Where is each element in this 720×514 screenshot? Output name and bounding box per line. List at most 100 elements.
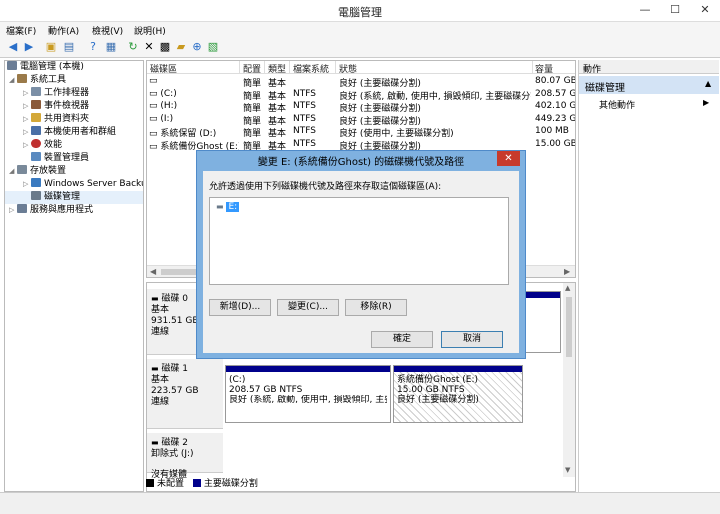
cell-status: 良好 (主要磁碟分割)	[339, 104, 421, 114]
cell-type: 基本	[268, 79, 287, 89]
tree-item-event-viewer[interactable]: ▷ 事件檢視器	[5, 100, 143, 113]
cell-type: 基本	[268, 116, 287, 127]
remove-button[interactable]: 移除(R)	[345, 299, 407, 316]
event-icon	[31, 100, 41, 109]
table-row[interactable]: ▭ 系統保留 (D:) 簡單 基本 NTFS 良好 (使用中, 主要磁碟分割) …	[147, 126, 575, 139]
disk-1-label[interactable]: ▬ 磁碟 1 基本 223.57 GB 連線	[147, 359, 223, 429]
cancel-button[interactable]: 取消	[441, 331, 503, 348]
cell-filesystem: NTFS	[293, 88, 316, 99]
add-button[interactable]: 新增(D)...	[209, 299, 271, 316]
ok-button[interactable]: 確定	[371, 331, 433, 348]
table-row[interactable]: ▭ 簡單 基本 良好 (主要磁碟分割) 80.07 GB	[147, 76, 575, 89]
scroll-up-icon[interactable]: ▲	[565, 284, 570, 292]
partition-e-info: 系統備份Ghost (E:) 15.00 GB NTFS 良好 (主要磁碟分割)	[394, 372, 522, 408]
maximize-button[interactable]: ☐	[660, 0, 690, 20]
col-capacity[interactable]: 容量	[535, 62, 553, 75]
scroll-right-icon[interactable]: ▶	[564, 267, 570, 276]
disk-icon[interactable]: ▧	[206, 40, 220, 54]
tree-item-root[interactable]: 電腦管理 (本機)	[5, 61, 143, 74]
table-row[interactable]: ▭ (I:) 簡單 基本 NTFS 良好 (主要磁碟分割) 449.23 GE	[147, 114, 575, 127]
delete-icon[interactable]: ✕	[142, 40, 156, 54]
menu-view[interactable]: 檢視(V)	[92, 24, 123, 37]
show-tree-icon[interactable]: ▤	[62, 40, 76, 54]
partition-e[interactable]: 系統備份Ghost (E:) 15.00 GB NTFS 良好 (主要磁碟分割)	[393, 365, 523, 423]
tree-item-shared-folders[interactable]: ▷ 共用資料夾	[5, 113, 143, 126]
cell-type: 基本	[268, 129, 287, 139]
partition-c[interactable]: (C:) 208.57 GB NTFS 良好 (系統, 啟動, 使用中, 損毀傾…	[225, 365, 391, 423]
collapse-arrow-icon[interactable]: ◢	[9, 74, 17, 87]
column-divider[interactable]	[532, 61, 533, 74]
column-divider[interactable]	[289, 61, 290, 74]
tree-item-storage[interactable]: ◢ 存放裝置	[5, 165, 143, 178]
expand-arrow-icon[interactable]: ▷	[23, 113, 31, 126]
drive-icon: ▬	[216, 202, 224, 211]
vertical-scrollbar[interactable]: ▲ ▼	[563, 283, 575, 477]
cell-layout: 簡單	[243, 116, 262, 127]
cell-capacity: 449.23 GE	[535, 113, 575, 124]
expand-arrow-icon[interactable]: ▷	[23, 139, 31, 152]
tree-item-performance[interactable]: ▷ 效能	[5, 139, 143, 152]
actions-section-disk-management[interactable]: 磁碟管理 ▲	[579, 76, 719, 94]
up-folder-icon[interactable]: ▣	[44, 40, 58, 54]
services-icon	[17, 204, 27, 213]
collapse-arrow-icon[interactable]: ◢	[9, 165, 17, 178]
partition-c-name: (C:)	[229, 375, 246, 385]
column-divider[interactable]	[239, 61, 240, 74]
close-button[interactable]: ✕	[690, 0, 720, 20]
dialog-close-button[interactable]: ✕	[497, 151, 520, 166]
list-item[interactable]: ▬ E:	[216, 202, 240, 214]
col-type[interactable]: 類型	[268, 62, 286, 75]
tree-item-device-manager[interactable]: 裝置管理員	[5, 152, 143, 165]
device-icon	[31, 152, 41, 161]
menu-action[interactable]: 動作(A)	[48, 24, 79, 37]
help-icon[interactable]: ?	[86, 40, 100, 54]
tools-icon	[17, 74, 27, 83]
disk-1-type: 基本	[151, 375, 170, 385]
properties-icon[interactable]: ▩	[158, 40, 172, 54]
disk-icon: ▬	[151, 294, 159, 303]
scrollbar-thumb[interactable]	[566, 297, 572, 357]
expand-arrow-icon[interactable]: ▷	[23, 178, 31, 191]
disk-0-partition[interactable]	[523, 291, 561, 353]
refresh-icon[interactable]: ↻	[126, 40, 140, 54]
column-divider[interactable]	[264, 61, 265, 74]
tree-item-local-users[interactable]: ▷ 本機使用者和群組	[5, 126, 143, 139]
performance-icon	[31, 139, 41, 148]
tree-item-task-scheduler[interactable]: ▷ 工作排程器	[5, 87, 143, 100]
column-divider[interactable]	[335, 61, 336, 74]
minimize-button[interactable]: —	[630, 0, 660, 20]
expand-arrow-icon[interactable]: ▷	[9, 204, 17, 217]
search-icon[interactable]: ⊕	[190, 40, 204, 54]
dialog-description: 允許透過使用下列磁碟機代號及路徑來存取這個磁碟區(A):	[209, 182, 442, 192]
col-filesystem[interactable]: 檔案系統	[293, 62, 329, 75]
console-icon[interactable]: ▦	[104, 40, 118, 54]
expand-arrow-icon[interactable]: ▷	[23, 126, 31, 139]
scroll-down-icon[interactable]: ▼	[565, 466, 570, 474]
menu-help[interactable]: 說明(H)	[134, 24, 166, 37]
scroll-left-icon[interactable]: ◀	[150, 267, 156, 276]
col-layout[interactable]: 配置	[243, 62, 261, 75]
scrollbar-thumb[interactable]	[161, 269, 201, 275]
tree-item-disk-management[interactable]: 磁碟管理	[5, 191, 143, 204]
collapse-up-icon[interactable]: ▲	[705, 79, 711, 88]
change-button[interactable]: 變更(C)...	[277, 299, 339, 316]
folder-icon	[31, 113, 41, 122]
tree-item-windows-backup[interactable]: ▷ Windows Server Backu	[5, 178, 143, 191]
forward-icon[interactable]: ▶	[22, 40, 36, 54]
expand-arrow-icon[interactable]: ▷	[23, 100, 31, 113]
open-folder-icon[interactable]: ▰	[174, 40, 188, 54]
legend-primary: 主要磁碟分割	[203, 479, 258, 489]
menu-bar: 檔案(F) 動作(A) 檢視(V) 說明(H)	[0, 22, 720, 38]
tree-item-services[interactable]: ▷ 服務與應用程式	[5, 204, 143, 217]
col-volume[interactable]: 磁碟區	[150, 62, 177, 75]
more-actions[interactable]: 其他動作 ▶	[599, 98, 715, 111]
back-icon[interactable]: ◀	[6, 40, 20, 54]
menu-file[interactable]: 檔案(F)	[6, 24, 36, 37]
table-row[interactable]: ▭ (C:) 簡單 基本 NTFS 良好 (系統, 啟動, 使用中, 損毀傾印,…	[147, 89, 575, 102]
scheduler-icon	[31, 87, 41, 96]
col-status[interactable]: 狀態	[339, 62, 357, 75]
drive-letter-list[interactable]: ▬ E:	[209, 197, 509, 285]
expand-arrow-icon[interactable]: ▷	[23, 87, 31, 100]
table-row[interactable]: ▭ (H:) 簡單 基本 NTFS 良好 (主要磁碟分割) 402.10 GE	[147, 101, 575, 114]
tree-item-system-tools[interactable]: ◢ 系統工具	[5, 74, 143, 87]
